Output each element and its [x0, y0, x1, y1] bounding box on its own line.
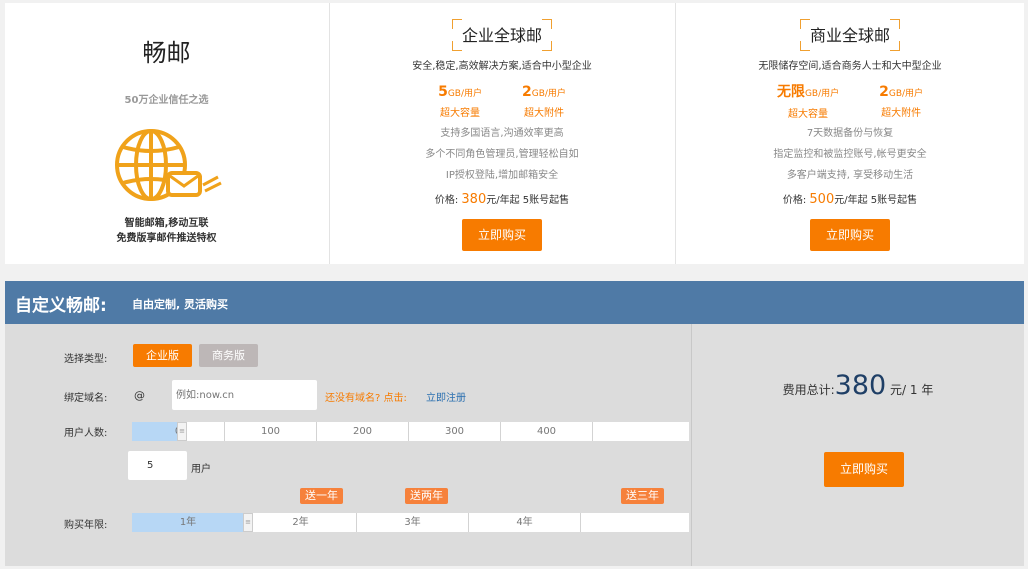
- custom-body: 选择类型: 企业版 商务版 绑定域名: @ 还没有域名? 点击: 立即注册 用户…: [5, 324, 1024, 566]
- type-enterprise-button[interactable]: 企业版: [133, 344, 192, 367]
- plan-stats: 5GB/用户 超大容量 2GB/用户 超大附件: [330, 81, 674, 119]
- register-link[interactable]: 立即注册: [426, 389, 466, 404]
- gift-badge: 送三年: [621, 488, 664, 504]
- storage-stat: 无限GB/用户 超大容量: [776, 84, 840, 120]
- brand-column: 畅邮 50万企业信任之选 智能邮箱,移动互联 免费版享邮件推送特权: [5, 3, 328, 264]
- plan-price: 价格: 500元/年起 5账号起售: [782, 192, 918, 207]
- slider-tick: 200: [316, 422, 408, 441]
- custom-header: 自定义畅邮: 自由定制, 灵活购买: [5, 281, 1024, 324]
- plan-description: 安全,稳定,高效解决方案,适合中小型企业: [412, 61, 592, 72]
- gift-badge: 送一年: [300, 488, 343, 504]
- gift-badge: 送两年: [405, 488, 448, 504]
- slider-tick: 1年: [179, 517, 197, 528]
- storage-stat: 5GB/用户 超大容量: [438, 84, 482, 119]
- total-price: 费用总计:380 元/ 1 年: [782, 370, 934, 401]
- slider-tick: 400: [500, 422, 592, 441]
- no-domain-text: 还没有域名? 点击:: [325, 393, 407, 404]
- years-label: 购买年限:: [64, 520, 108, 531]
- brand-desc-line: 智能邮箱,移动互联: [124, 218, 209, 229]
- custom-subtitle: 自由定制, 灵活购买: [132, 298, 229, 311]
- slider-tick: 4年: [468, 513, 580, 532]
- plan-title: 商业全球邮: [799, 19, 900, 51]
- plan-business: 商业全球邮 无限储存空间,适合商务人士和大中型企业 无限GB/用户 超大容量 2…: [675, 3, 1024, 264]
- feature-item: 多客户端支持, 享受移动生活: [786, 170, 914, 181]
- plans-section: 畅邮 50万企业信任之选 智能邮箱,移动互联 免费版享邮件推送特权 企业全球邮 …: [5, 3, 1024, 264]
- users-count-input[interactable]: 5: [128, 451, 187, 480]
- config-panel: 选择类型: 企业版 商务版 绑定域名: @ 还没有域名? 点击: 立即注册 用户…: [5, 324, 691, 566]
- attachment-stat: 2GB/用户 超大附件: [522, 84, 566, 119]
- feature-list: 7天数据备份与恢复 指定监控和被监控账号,帐号更安全 多客户端支持, 享受移动生…: [676, 123, 1024, 186]
- type-business-button[interactable]: 商务版: [199, 344, 258, 367]
- domain-input[interactable]: [172, 380, 317, 410]
- total-panel: 费用总计:380 元/ 1 年 立即购买: [691, 324, 1024, 566]
- users-slider-handle[interactable]: ≡: [177, 422, 187, 441]
- users-unit: 用户: [191, 464, 211, 475]
- users-label: 用户人数:: [64, 428, 108, 439]
- type-label: 选择类型:: [64, 354, 108, 365]
- plan-enterprise: 企业全球邮 安全,稳定,高效解决方案,适合中小型企业 5GB/用户 超大容量 2…: [329, 3, 674, 264]
- feature-item: IP授权登陆,增加邮箱安全: [445, 170, 559, 181]
- feature-list: 支持多国语言,沟通效率更高 多个不同角色管理员,管理轻松自如 IP授权登陆,增加…: [330, 123, 674, 186]
- slider-tick: 300: [408, 422, 500, 441]
- plan-stats: 无限GB/用户 超大容量 2GB/用户 超大附件: [676, 81, 1024, 120]
- feature-item: 7天数据备份与恢复: [806, 128, 894, 139]
- globe-mail-icon: [115, 129, 222, 201]
- years-slider-handle[interactable]: ≡: [243, 513, 253, 532]
- plan-title: 企业全球邮: [451, 19, 552, 51]
- feature-item: 指定监控和被监控账号,帐号更安全: [773, 149, 927, 160]
- slider-tick: [580, 513, 689, 532]
- custom-title: 自定义畅邮:: [15, 296, 107, 316]
- domain-label: 绑定域名:: [64, 393, 108, 404]
- slider-tick: 2年: [244, 513, 356, 532]
- plan-description: 无限储存空间,适合商务人士和大中型企业: [758, 61, 942, 72]
- total-buy-button[interactable]: 立即购买: [824, 452, 904, 487]
- years-slider[interactable]: 1年 2年 3年 4年 ≡: [132, 513, 689, 532]
- feature-item: 支持多国语言,沟通效率更高: [440, 128, 564, 139]
- slider-tick: 3年: [356, 513, 468, 532]
- buy-business-button[interactable]: 立即购买: [810, 219, 890, 251]
- slider-tick: 100: [224, 422, 316, 441]
- brand-subtitle: 50万企业信任之选: [124, 95, 209, 106]
- brand-title: 畅邮: [142, 39, 191, 67]
- brand-description: 智能邮箱,移动互联 免费版享邮件推送特权: [5, 216, 328, 246]
- plan-price: 价格: 380元/年起 5账号起售: [434, 192, 570, 207]
- feature-item: 多个不同角色管理员,管理轻松自如: [425, 149, 579, 160]
- buy-enterprise-button[interactable]: 立即购买: [462, 219, 542, 251]
- attachment-stat: 2GB/用户 超大附件: [879, 84, 924, 119]
- total-amount: 380: [834, 370, 887, 401]
- slider-tick: [592, 422, 689, 441]
- users-slider[interactable]: 0 100 200 300 400 ≡: [132, 422, 689, 441]
- at-sign: @: [134, 389, 145, 402]
- brand-desc-line: 免费版享邮件推送特权: [116, 233, 217, 244]
